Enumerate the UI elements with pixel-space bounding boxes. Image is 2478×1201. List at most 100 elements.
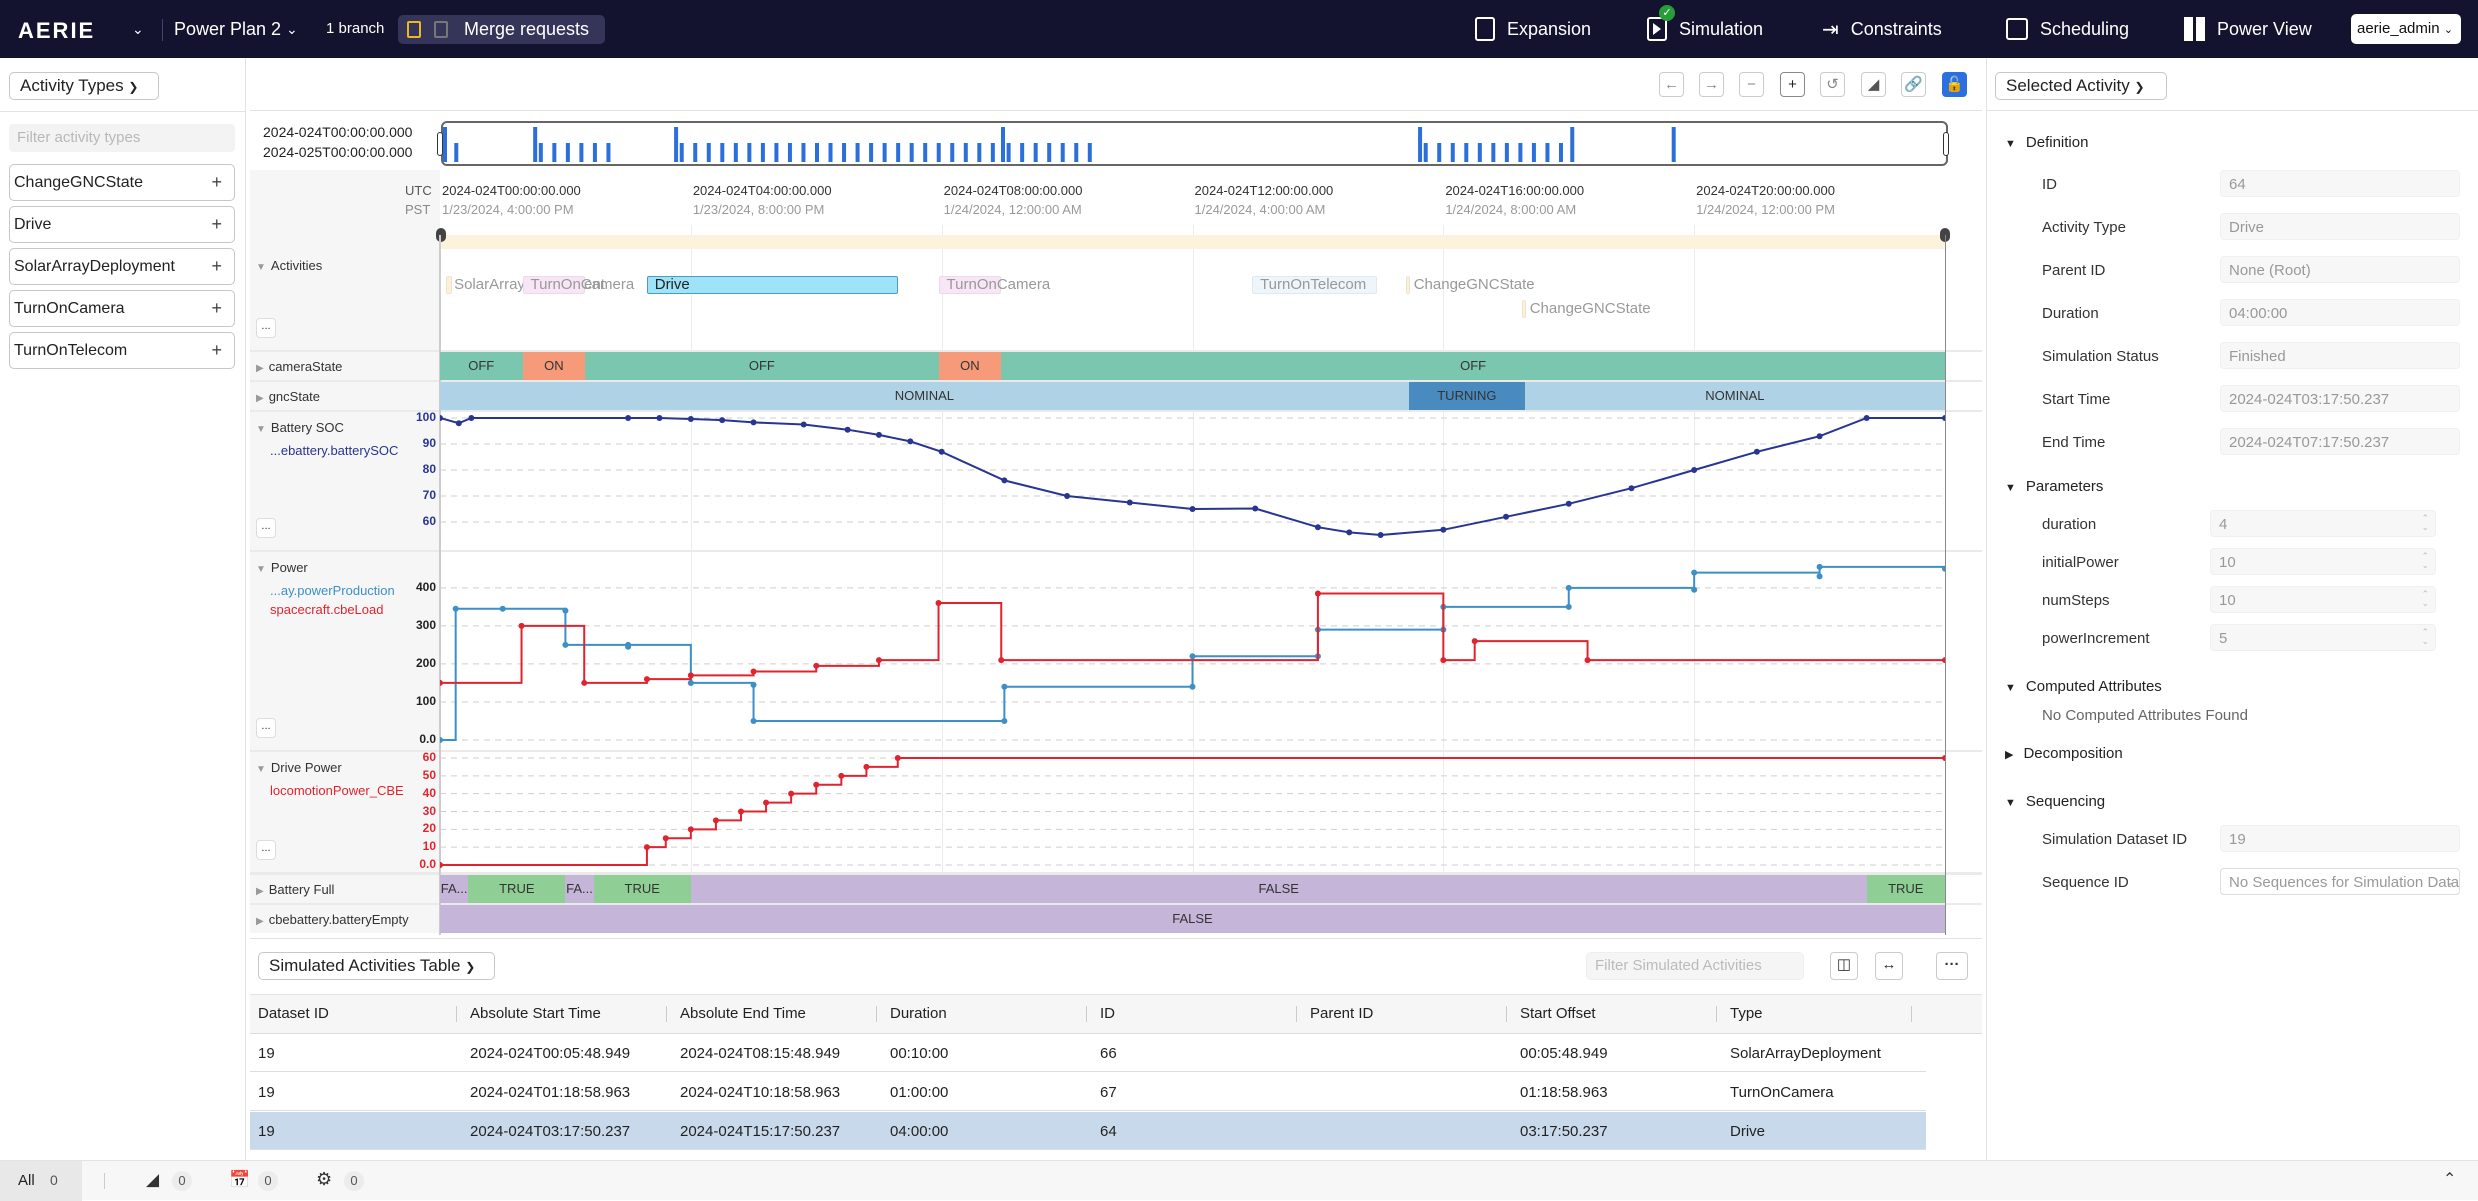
row-label-battery-empty[interactable]: ▶ cbebattery.batteryEmpty	[250, 905, 440, 933]
column-select-button[interactable]: ◫	[1830, 952, 1858, 980]
add-icon[interactable]: +	[211, 249, 222, 284]
add-icon[interactable]: +	[211, 165, 222, 200]
filter-simulated-activities-input[interactable]: Filter Simulated Activities	[1586, 952, 1804, 980]
state-segment[interactable]: ON	[522, 352, 586, 380]
row-menu-button[interactable]: ...	[256, 840, 276, 860]
tab-all[interactable]	[0, 1161, 82, 1201]
section-parameters[interactable]: ▼ Parameters	[2005, 478, 2103, 495]
add-icon[interactable]: +	[211, 291, 222, 326]
constraints-icon[interactable]: ◢	[146, 1170, 159, 1190]
row-label-battery-soc[interactable]: ▼ Battery SOC ...ebattery.batterySOC	[250, 412, 440, 550]
activity-label[interactable]: ChangeGNCState	[1414, 276, 1535, 293]
state-segment[interactable]: OFF	[1001, 352, 1945, 380]
state-segment[interactable]: OFF	[440, 352, 523, 380]
autosize-columns-button[interactable]: ↔	[1875, 952, 1903, 980]
state-segment[interactable]: TRUE	[468, 875, 566, 903]
column-header[interactable]: Parent ID	[1310, 995, 1373, 1033]
column-header[interactable]: Absolute End Time	[680, 995, 806, 1033]
activity-label[interactable]: TurnOnCamera	[531, 276, 635, 293]
row-menu-button[interactable]: ...	[256, 518, 276, 538]
expand-icon[interactable]: ▶	[256, 886, 264, 897]
activity-type-item[interactable]: TurnOnTelecom +	[9, 332, 235, 369]
simulation-gear-icon[interactable]: ⚙	[316, 1169, 332, 1190]
row-menu-button[interactable]: ...	[256, 718, 276, 738]
column-header[interactable]: ID	[1100, 995, 1115, 1033]
nudge-left-button[interactable]: ←	[1659, 72, 1684, 97]
nudge-right-button[interactable]: →	[1699, 72, 1724, 97]
activity-type-item[interactable]: TurnOnCamera +	[9, 290, 235, 327]
activity-bar[interactable]	[1405, 276, 1410, 294]
state-segment[interactable]: NOMINAL	[440, 382, 1409, 410]
state-segment[interactable]: OFF	[585, 352, 939, 380]
state-segment[interactable]: FA...	[440, 875, 469, 903]
expand-icon[interactable]: ▶	[256, 363, 264, 374]
series-line[interactable]	[440, 417, 1945, 537]
state-segment[interactable]: ON	[938, 352, 1002, 380]
state-segment[interactable]: NOMINAL	[1524, 382, 1945, 410]
section-sequencing[interactable]: ▼ Sequencing	[2005, 793, 2105, 810]
plan-name[interactable]: Power Plan 2	[174, 0, 281, 58]
collapse-icon[interactable]: ▼	[256, 764, 266, 775]
collapse-icon[interactable]: ▼	[256, 424, 266, 435]
column-resize-handle[interactable]	[1716, 1006, 1717, 1022]
start-marker-icon[interactable]	[436, 228, 446, 242]
user-menu-button[interactable]: aerie_admin ⌄	[2351, 14, 2461, 44]
collapse-icon[interactable]: ▼	[256, 262, 266, 273]
nav-simulation[interactable]: ✓ Simulation	[1647, 0, 1763, 58]
nav-constraints[interactable]: ⇥ Constraints	[1822, 0, 1942, 58]
sequence-id-select[interactable]: No Sequences for Simulation Dataset ⌄	[2220, 868, 2460, 895]
table-more-button[interactable]: ···	[1936, 952, 1968, 980]
column-resize-handle[interactable]	[1086, 1006, 1087, 1022]
column-header[interactable]: Duration	[890, 995, 947, 1033]
link-button[interactable]: 🔗	[1901, 72, 1926, 97]
legend-cbe-load[interactable]: spacecraft.cbeLoad	[250, 598, 440, 617]
expand-icon[interactable]: ▶	[256, 916, 264, 927]
column-resize-handle[interactable]	[1296, 1006, 1297, 1022]
state-segment[interactable]: TRUE	[1866, 875, 1945, 903]
toggle-hover-button[interactable]: ◢	[1861, 72, 1886, 97]
activity-label[interactable]: Drive	[655, 276, 690, 293]
section-computed-attributes[interactable]: ▼ Computed Attributes	[2005, 678, 2162, 695]
row-label-camerastate[interactable]: ▶ cameraState	[250, 352, 440, 380]
nav-expansion[interactable]: Expansion	[1475, 0, 1591, 58]
zoom-out-button[interactable]: −	[1739, 72, 1764, 97]
chevron-down-icon[interactable]: ⌄	[132, 0, 144, 58]
column-resize-handle[interactable]	[876, 1006, 877, 1022]
state-segment[interactable]: FA...	[565, 875, 594, 903]
column-header[interactable]: Start Offset	[1520, 995, 1596, 1033]
activity-bar[interactable]	[446, 276, 453, 294]
state-segment[interactable]: FALSE	[440, 905, 1945, 933]
column-resize-handle[interactable]	[456, 1006, 457, 1022]
add-icon[interactable]: +	[211, 333, 222, 368]
activity-bar[interactable]	[1521, 300, 1526, 318]
column-header[interactable]: Type	[1730, 995, 1763, 1033]
column-header[interactable]: Dataset ID	[258, 995, 329, 1033]
merge-requests-button[interactable]: Merge requests	[398, 15, 605, 44]
time-ruler[interactable]	[440, 235, 1945, 249]
aerie-logo[interactable]: AERIE	[18, 18, 95, 44]
column-resize-handle[interactable]	[666, 1006, 667, 1022]
branch-count[interactable]: 1 branch	[326, 0, 384, 58]
activity-type-item[interactable]: Drive +	[9, 206, 235, 243]
activity-type-item[interactable]: SolarArrayDeployment +	[9, 248, 235, 285]
column-resize-handle[interactable]	[1506, 1006, 1507, 1022]
zoom-in-button[interactable]: +	[1780, 72, 1805, 97]
activity-label[interactable]: TurnOnTelecom	[1260, 276, 1366, 293]
activity-types-dropdown[interactable]: Activity Types ❯	[9, 72, 159, 100]
row-label-gncstate[interactable]: ▶ gncState	[250, 382, 440, 410]
section-definition[interactable]: ▼ Definition	[2005, 134, 2088, 151]
scheduling-icon[interactable]: 📅	[229, 1170, 250, 1190]
expand-console-icon[interactable]: ⌃	[2443, 1169, 2456, 1189]
nav-view[interactable]: Power View	[2184, 0, 2312, 58]
state-segment[interactable]: FALSE	[690, 875, 1867, 903]
table-view-dropdown[interactable]: Simulated Activities Table ❯	[258, 952, 495, 980]
expand-icon[interactable]: ▶	[256, 393, 264, 404]
state-segment[interactable]: TURNING	[1408, 382, 1525, 410]
column-header[interactable]: Absolute Start Time	[470, 995, 601, 1033]
row-label-activities[interactable]: ▼ Activities	[250, 250, 440, 350]
column-resize-handle[interactable]	[1911, 1006, 1912, 1022]
reset-zoom-button[interactable]: ↺	[1820, 72, 1845, 97]
lock-button[interactable]: 🔓	[1942, 72, 1967, 97]
activity-label[interactable]: ChangeGNCState	[1530, 300, 1651, 317]
activity-type-item[interactable]: ChangeGNCState +	[9, 164, 235, 201]
